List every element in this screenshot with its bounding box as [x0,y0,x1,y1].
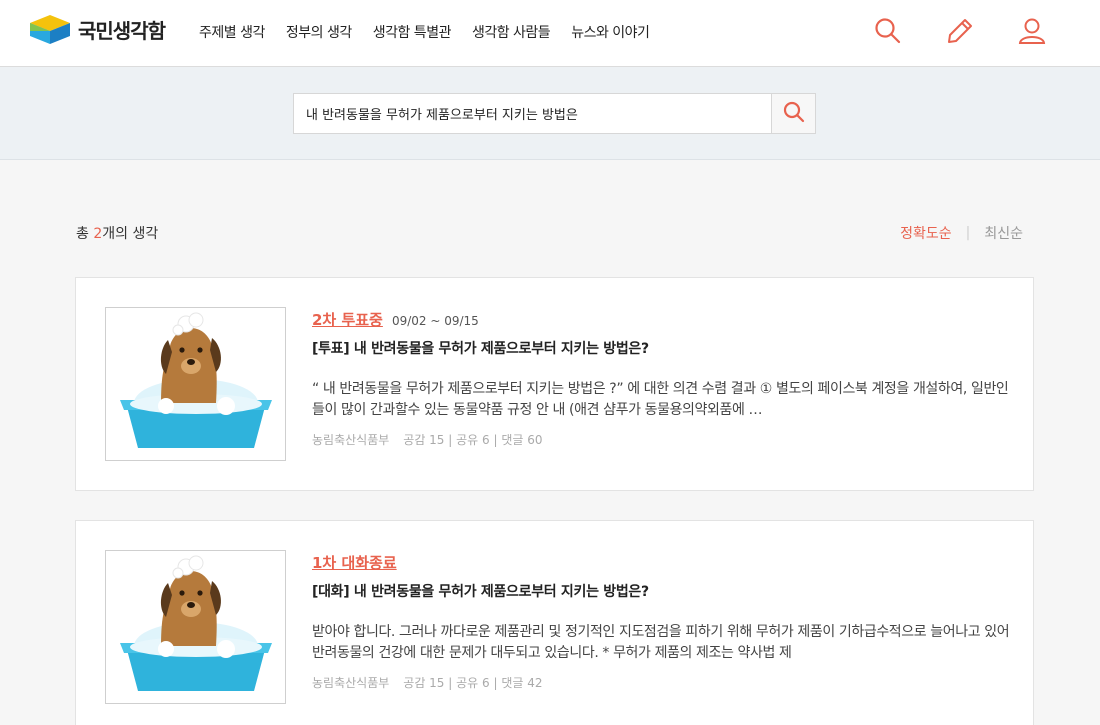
search-button[interactable] [771,93,816,134]
results-total-prefix: 총 [76,226,94,242]
search-input[interactable] [293,93,772,134]
search-icon [782,100,806,128]
nav-item-people[interactable]: 생각함 사람들 [472,22,551,42]
sort-accuracy[interactable]: 정확도순 [900,223,952,243]
card-stats: 공감 15 | 공유 6 | 댓글 42 [403,676,543,690]
results-total-suffix: 개의 생각 [102,226,159,242]
logo-cube-icon [28,13,72,45]
result-card[interactable]: 2차 투표중 09/02 ~ 09/15 [투표] 내 반려동물을 무허가 제품… [75,277,1034,491]
card-meta: 농림축산식품부 공감 15 | 공유 6 | 댓글 60 [312,431,542,448]
sort-divider: | [965,225,971,241]
card-dates: 09/02 ~ 09/15 [391,314,479,328]
nav-item-special[interactable]: 생각함 특별관 [373,22,452,42]
card-status-badge[interactable]: 1차 대화종료 [312,554,397,572]
result-card[interactable]: 1차 대화종료 [대화] 내 반려동물을 무허가 제품으로부터 지키는 방법은?… [75,520,1034,725]
site-header: 국민생각함 주제별 생각 정부의 생각 생각함 특별관 생각함 사람들 뉴스와 … [0,0,1100,67]
card-department: 농림축산식품부 [312,433,390,447]
search-icon[interactable] [873,16,903,46]
card-thumbnail[interactable] [105,307,286,461]
nav-item-topics[interactable]: 주제별 생각 [199,22,265,42]
sort-options: 정확도순 | 최신순 [900,223,1023,243]
results-total: 총 2개의 생각 [76,223,158,243]
site-logo[interactable]: 국민생각함 [28,13,166,45]
card-department: 농림축산식품부 [312,676,390,690]
card-thumbnail[interactable] [105,550,286,704]
card-stats: 공감 15 | 공유 6 | 댓글 60 [403,433,543,447]
results-total-count: 2 [93,226,103,242]
user-icon[interactable] [1017,16,1047,46]
card-title[interactable]: [대화] 내 반려동물을 무허가 제품으로부터 지키는 방법은? [312,581,649,601]
nav-item-news[interactable]: 뉴스와 이야기 [571,22,650,42]
search-band [0,67,1100,160]
card-title[interactable]: [투표] 내 반려동물을 무허가 제품으로부터 지키는 방법은? [312,338,649,358]
card-excerpt: 받아야 합니다. 그러나 까다로운 제품관리 및 정기적인 지도점검을 피하기 … [312,624,1010,661]
card-status-line: 1차 대화종료 [312,552,401,573]
nav-item-government[interactable]: 정부의 생각 [286,22,352,42]
card-status-line: 2차 투표중 09/02 ~ 09/15 [312,309,479,330]
logo-text: 국민생각함 [78,18,166,43]
pencil-icon[interactable] [945,16,975,46]
card-excerpt: “ 내 반려동물을 무허가 제품으로부터 지키는 방법은 ?” 에 대한 의견 … [312,381,1009,418]
sort-latest[interactable]: 최신순 [984,223,1023,243]
card-meta: 농림축산식품부 공감 15 | 공유 6 | 댓글 42 [312,674,542,691]
card-status-badge[interactable]: 2차 투표중 [312,311,383,329]
main-nav: 주제별 생각 정부의 생각 생각함 특별관 생각함 사람들 뉴스와 이야기 [199,22,670,42]
